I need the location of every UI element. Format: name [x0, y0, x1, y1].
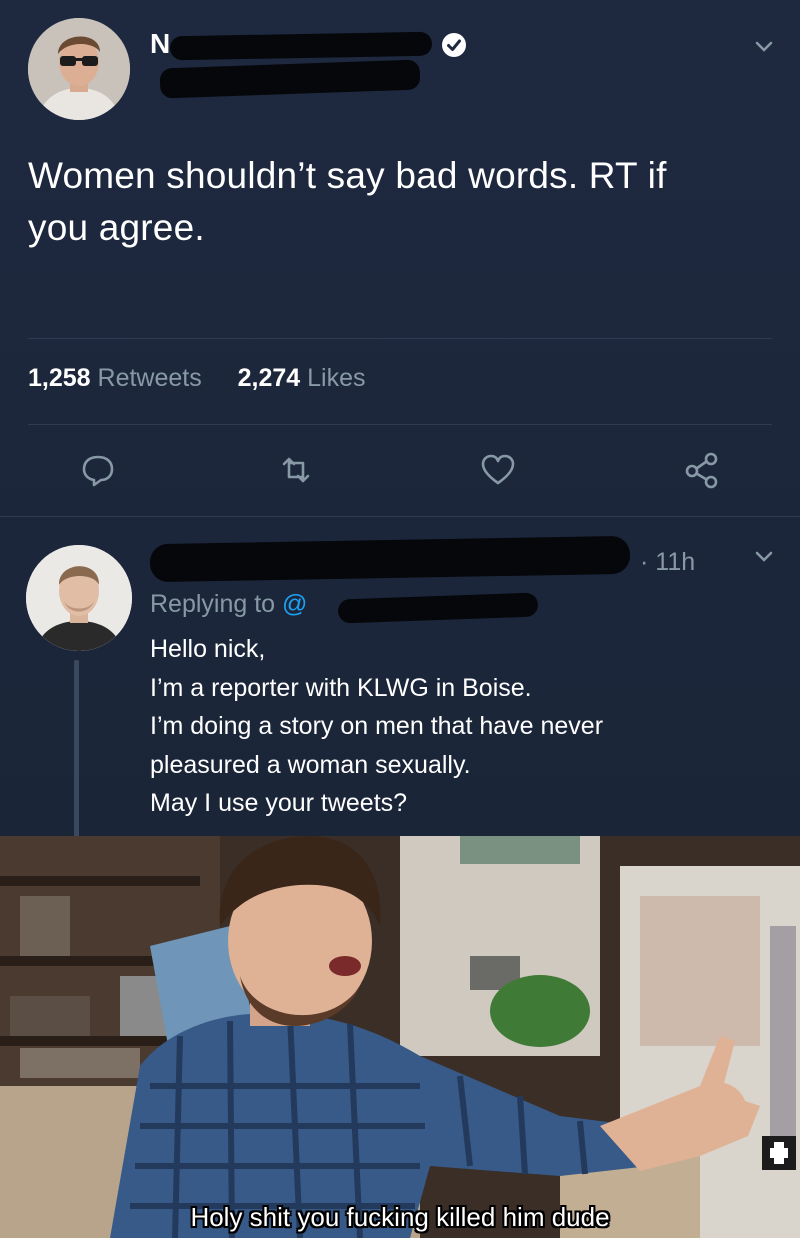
tweet-text-line: you agree. [28, 207, 205, 248]
reply-author-redaction [149, 535, 631, 583]
replying-to: Replying to @ [150, 590, 307, 619]
retweets-label[interactable]: Retweets [98, 364, 202, 392]
tweet-text-line: Women shouldn’t say bad words. RT if [28, 155, 667, 196]
replying-handle-redaction [337, 592, 539, 624]
verified-icon [442, 33, 466, 57]
share-icon[interactable] [682, 450, 722, 490]
reply-text-line: I’m doing a story on men that have never [150, 712, 604, 740]
reply-text-line: I’m a reporter with KLWG in Boise. [150, 673, 532, 702]
retweets-count[interactable]: 1,258 [28, 364, 91, 392]
meme-caption: Holy shit you fucking killed him dude [190, 1202, 610, 1232]
reply-icon[interactable] [78, 450, 118, 490]
meme-photo: Holy shit you fucking killed him dude [0, 836, 800, 1238]
thread-line [74, 660, 79, 836]
reply-text-line: Hello nick, [150, 635, 266, 663]
reply-text: Hello nick, I’m a reporter with KLWG in … [150, 630, 770, 823]
chevron-down-icon[interactable] [752, 544, 776, 568]
tweet-screenshot: N Women shouldn’t say bad words. RT if y… [0, 0, 800, 836]
divider [28, 338, 772, 339]
reply-text-line: May I use your tweets? [150, 789, 408, 817]
like-icon[interactable] [478, 450, 518, 490]
chevron-down-icon[interactable] [752, 34, 776, 58]
reply-time: · 11h [640, 548, 696, 576]
author-name-visible: N [150, 28, 171, 59]
divider [0, 516, 800, 517]
tweet-text: Women shouldn’t say bad words. RT if you… [28, 150, 768, 254]
likes-label[interactable]: Likes [307, 364, 365, 392]
tweet-stats: 1,258 Retweets 2,274 Likes [28, 364, 366, 393]
retweet-icon[interactable] [276, 450, 316, 490]
author-handle-redaction [159, 59, 421, 99]
tweet-author-avatar[interactable] [28, 18, 130, 120]
reply-text-line: pleasured a woman sexually. [150, 750, 471, 779]
likes-count[interactable]: 2,274 [238, 364, 301, 392]
divider [28, 424, 772, 425]
author-name-redaction [169, 31, 433, 61]
reply-author-avatar[interactable] [26, 545, 132, 651]
replying-prefix: Replying to [150, 590, 276, 618]
meme-photo-illustration [0, 836, 800, 1238]
replying-handle[interactable]: @ [282, 590, 307, 618]
